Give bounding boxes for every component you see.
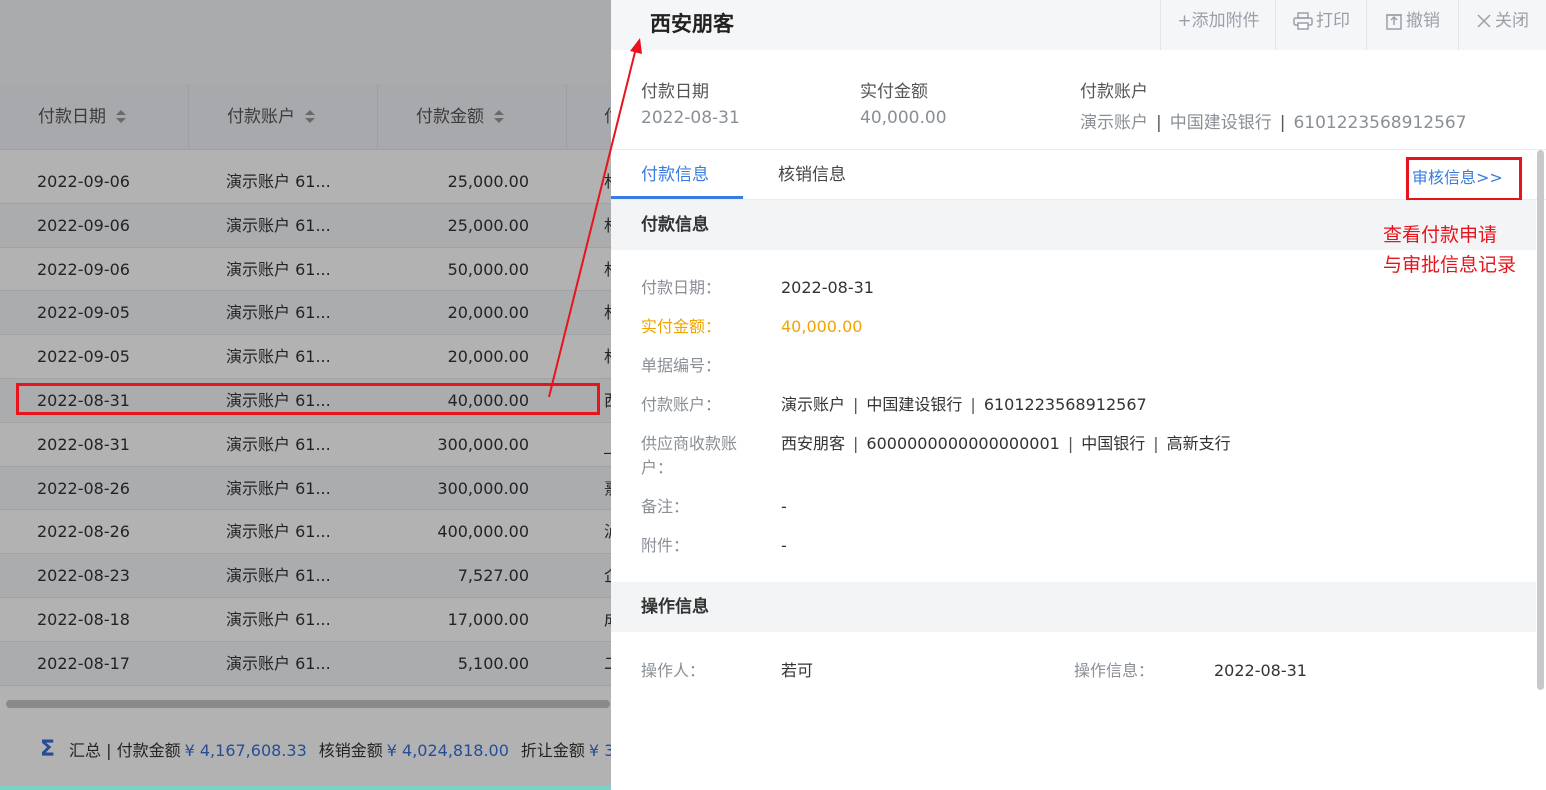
annotation-line-1: 查看付款申请 xyxy=(1383,224,1498,246)
account-name: 演示账户 xyxy=(781,395,846,414)
tab-payment-info[interactable]: 付款信息 xyxy=(641,150,709,200)
active-tab-indicator xyxy=(611,196,743,199)
annotation-line-2: 与审批信息记录 xyxy=(1383,254,1517,276)
vertical-scrollbar[interactable] xyxy=(1537,150,1544,690)
summary-amount-label: 实付金额 xyxy=(860,82,928,102)
field-label-supplier-account: 供应商收款账户： xyxy=(641,434,738,477)
tab-writeoff-info[interactable]: 核销信息 xyxy=(778,150,846,200)
operation-info-section-title: 操作信息 xyxy=(611,582,1536,632)
summary-amount: 40,000.00 xyxy=(860,108,947,128)
field-value-op-info: 2022-08-31 xyxy=(1214,661,1307,680)
add-attachment-label: +添加附件 xyxy=(1177,11,1260,31)
field-value-remark: - xyxy=(781,497,787,516)
print-label: 打印 xyxy=(1316,11,1350,31)
close-button[interactable]: 关闭 xyxy=(1458,0,1546,50)
highlight-box-audit-link xyxy=(1406,157,1522,201)
add-attachment-button[interactable]: +添加附件 xyxy=(1160,0,1276,50)
revoke-icon xyxy=(1386,14,1402,30)
field-label-remark: 备注： xyxy=(641,497,690,516)
supplier-account-number: 6000000000000000001 xyxy=(866,434,1060,453)
field-label-doc-no: 单据编号： xyxy=(641,356,722,375)
print-icon xyxy=(1293,12,1313,30)
annotation-text: 查看付款申请 与审批信息记录 xyxy=(1383,220,1516,280)
field-value-account: 演示账户 | 中国建设银行 | 6101223568912567 xyxy=(781,395,1147,414)
summary-pay-date-label: 付款日期 xyxy=(641,82,709,102)
payment-detail-drawer: 西安朋客 +添加附件 打印 撤销 关闭 付款日期 2022-08-31 实付金额… xyxy=(611,0,1546,790)
highlight-box-selected-row xyxy=(16,383,600,415)
summary-account: 演示账户 | 中国建设银行 | 6101223568912567 xyxy=(1080,113,1467,133)
field-label-op-info: 操作信息： xyxy=(1074,661,1155,680)
field-label-amount: 实付金额： xyxy=(641,317,722,336)
drawer-header: 西安朋客 +添加附件 打印 撤销 关闭 xyxy=(611,0,1546,50)
supplier-branch: 高新支行 xyxy=(1166,434,1231,453)
account-name: 演示账户 xyxy=(1080,113,1148,133)
account-bank: 中国建设银行 xyxy=(1169,113,1272,133)
field-label-attachment: 附件： xyxy=(641,536,690,555)
drawer-title: 西安朋客 xyxy=(650,11,734,36)
field-value-operator: 若可 xyxy=(781,661,814,680)
print-button[interactable]: 打印 xyxy=(1275,0,1367,50)
close-label: 关闭 xyxy=(1495,11,1529,31)
field-label-operator: 操作人： xyxy=(641,661,706,680)
revoke-label: 撤销 xyxy=(1406,11,1440,31)
summary-pay-date: 2022-08-31 xyxy=(641,108,740,128)
field-label-date: 付款日期： xyxy=(641,278,722,297)
field-value-attachment: - xyxy=(781,536,787,555)
field-value-amount: 40,000.00 xyxy=(781,317,863,336)
supplier-bank: 中国银行 xyxy=(1081,434,1146,453)
field-value-supplier-account: 西安朋客 | 6000000000000000001 | 中国银行 | 高新支行 xyxy=(781,434,1231,453)
close-icon xyxy=(1477,14,1491,28)
payment-summary: 付款日期 2022-08-31 实付金额 40,000.00 付款账户 演示账户… xyxy=(611,50,1546,150)
summary-account-label: 付款账户 xyxy=(1080,82,1148,102)
account-bank: 中国建设银行 xyxy=(866,395,963,414)
account-number: 6101223568912567 xyxy=(983,395,1147,414)
field-value-date: 2022-08-31 xyxy=(781,278,874,297)
revoke-button[interactable]: 撤销 xyxy=(1366,0,1458,50)
account-number: 6101223568912567 xyxy=(1293,113,1467,133)
field-label-account: 付款账户： xyxy=(641,395,722,414)
supplier-name: 西安朋客 xyxy=(781,434,846,453)
